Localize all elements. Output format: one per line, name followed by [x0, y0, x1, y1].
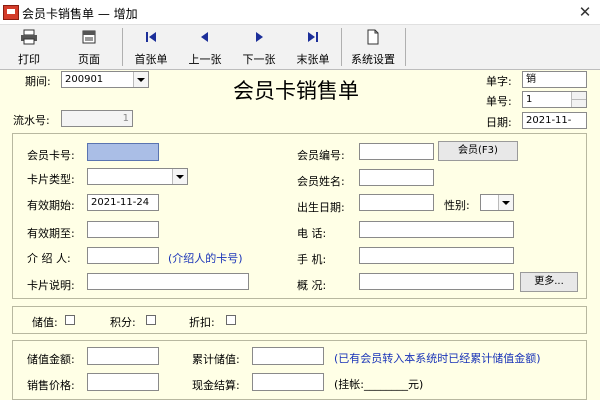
- settings-button[interactable]: 系统设置: [345, 25, 401, 69]
- cumulative-hint: (已有会员转入本系统时已经累计储值金额): [334, 352, 541, 365]
- toolbar: 打印 页面 首张单 上一张 下一张 末张单 系统设置: [0, 25, 600, 70]
- serial-label: 流水号:: [13, 114, 50, 127]
- doc-no-stepper[interactable]: 1: [522, 91, 587, 108]
- valid-to-label: 有效期至:: [27, 227, 75, 240]
- period-select[interactable]: 200901: [61, 71, 149, 88]
- stored-amount-field[interactable]: [87, 347, 159, 365]
- doc-no-label: 单号:: [486, 95, 512, 108]
- referrer-field[interactable]: [87, 247, 159, 264]
- sale-price-field[interactable]: [87, 373, 159, 391]
- overview-label: 概 况:: [297, 279, 327, 292]
- form-title: 会员卡销售单: [233, 79, 359, 103]
- discount-label: 折扣:: [189, 316, 215, 329]
- last-record-button[interactable]: 末张单: [290, 25, 336, 69]
- app-icon: [3, 5, 19, 20]
- sale-price-label: 销售价格:: [27, 379, 75, 392]
- points-label: 积分:: [110, 316, 136, 329]
- card-desc-label: 卡片说明:: [27, 279, 75, 292]
- next-button[interactable]: 下一张: [236, 25, 282, 69]
- birthday-label: 出生日期:: [297, 201, 345, 214]
- cumulative-field[interactable]: [252, 347, 324, 365]
- referrer-label: 介 绍 人:: [27, 252, 71, 265]
- spin-up-icon[interactable]: [571, 92, 586, 100]
- date-field[interactable]: 2021-11-24: [522, 112, 587, 129]
- date-label: 日期:: [486, 116, 512, 129]
- doc-type-label: 单字:: [486, 75, 512, 88]
- valid-from-field[interactable]: 2021-11-24: [87, 194, 159, 211]
- chevron-down-icon: [172, 169, 187, 184]
- document-icon: [345, 29, 401, 45]
- chevron-down-icon: [133, 72, 148, 87]
- stored-value-checkbox[interactable]: [65, 315, 75, 325]
- member-name-label: 会员姓名:: [297, 175, 345, 188]
- card-no-label: 会员卡号:: [27, 149, 75, 162]
- card-type-select[interactable]: [87, 168, 188, 185]
- birthday-field[interactable]: [359, 194, 434, 211]
- page-setup-icon: [66, 29, 112, 45]
- mobile-field[interactable]: [359, 247, 514, 264]
- referrer-hint: (介绍人的卡号): [168, 252, 243, 265]
- previous-icon: [182, 29, 228, 45]
- printer-icon: [6, 29, 52, 45]
- toolbar-separator: [341, 28, 342, 66]
- card-type-label: 卡片类型:: [27, 173, 75, 186]
- phone-label: 电 话:: [297, 227, 327, 240]
- toolbar-separator: [405, 28, 406, 66]
- chevron-down-icon: [498, 195, 513, 210]
- next-icon: [236, 29, 282, 45]
- mobile-label: 手 机:: [297, 253, 327, 266]
- discount-checkbox[interactable]: [226, 315, 236, 325]
- cash-field[interactable]: [252, 373, 324, 391]
- more-button[interactable]: 更多...: [520, 272, 578, 292]
- last-record-icon: [290, 29, 336, 45]
- stored-amount-label: 储值金额:: [27, 353, 75, 366]
- member-lookup-button[interactable]: 会员(F3): [438, 141, 518, 161]
- stored-value-label: 储值:: [32, 316, 58, 329]
- print-button[interactable]: 打印: [6, 25, 52, 69]
- first-record-button[interactable]: 首张单: [128, 25, 174, 69]
- member-no-field[interactable]: [359, 143, 434, 160]
- points-checkbox[interactable]: [146, 315, 156, 325]
- close-button[interactable]: ✕: [572, 2, 598, 22]
- member-name-field[interactable]: [359, 169, 434, 186]
- toolbar-separator: [122, 28, 123, 66]
- first-record-icon: [128, 29, 174, 45]
- overview-field[interactable]: [359, 273, 514, 290]
- phone-field[interactable]: [359, 221, 514, 238]
- doc-type-field[interactable]: 销: [522, 71, 587, 88]
- card-desc-field[interactable]: [87, 273, 249, 290]
- period-label: 期间:: [25, 75, 51, 88]
- cash-label: 现金结算:: [192, 379, 240, 392]
- window-title: 会员卡销售单 — 增加: [22, 7, 138, 21]
- valid-to-field[interactable]: [87, 221, 159, 238]
- serial-field[interactable]: 1: [61, 110, 133, 127]
- gender-select[interactable]: [480, 194, 514, 211]
- previous-button[interactable]: 上一张: [182, 25, 228, 69]
- spin-down-icon[interactable]: [571, 100, 586, 107]
- page-button[interactable]: 页面: [66, 25, 112, 69]
- credit-hint: (挂帐:________元): [334, 378, 424, 391]
- valid-from-label: 有效期始:: [27, 199, 75, 212]
- options-group: [12, 306, 587, 334]
- card-no-input[interactable]: [87, 143, 159, 161]
- member-no-label: 会员编号:: [297, 149, 345, 162]
- gender-label: 性别:: [444, 199, 470, 212]
- cumulative-label: 累计储值:: [192, 353, 240, 366]
